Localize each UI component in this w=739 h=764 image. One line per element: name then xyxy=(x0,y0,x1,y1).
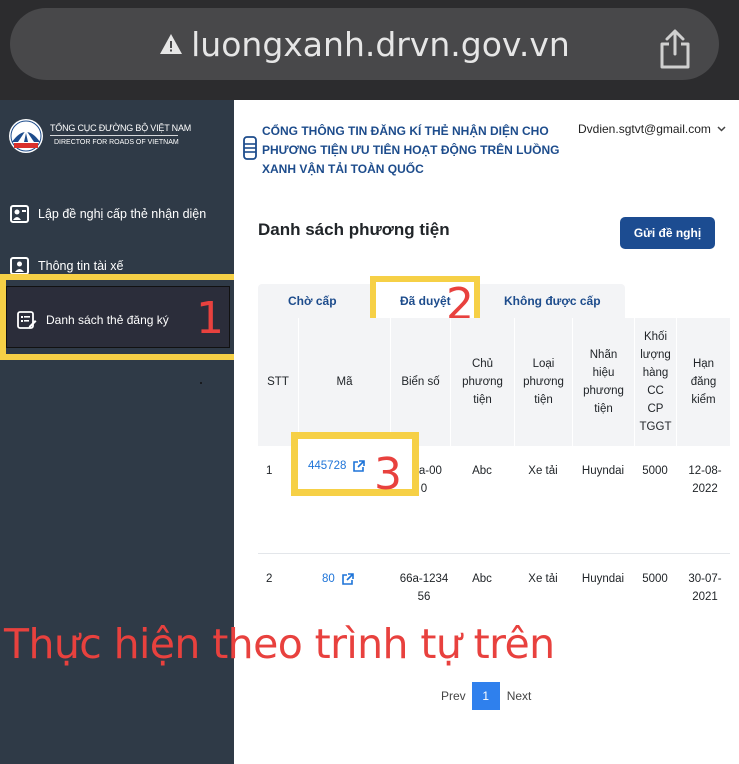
status-tabs: Chờ cấp Đã duyệt Không được cấp xyxy=(258,276,625,326)
sidebar-item-request-card[interactable]: Lập đề nghị cấp thẻ nhận diện xyxy=(10,202,206,226)
vehicle-code-link[interactable]: 80 xyxy=(322,570,354,588)
portal-title: CỔNG THÔNG TIN ĐĂNG KÍ THẺ NHẬN DIỆN CHO… xyxy=(262,124,560,176)
id-card-icon xyxy=(10,205,29,223)
user-menu[interactable]: Dvdien.sgtvt@gmail.com xyxy=(578,122,726,136)
step-number-1: 1 xyxy=(196,293,224,344)
cell-owner: Abc xyxy=(472,465,492,477)
column-header: Biển số xyxy=(390,318,450,446)
url-text: luongxanh.drvn.gov.vn xyxy=(191,24,570,64)
tab-rejected[interactable]: Không được cấp xyxy=(504,284,601,318)
step-number-3: 3 xyxy=(374,449,402,500)
sidebar-item-label: Lập đề nghị cấp thẻ nhận diện xyxy=(38,207,207,221)
warning-icon xyxy=(160,34,183,54)
org-divider xyxy=(50,135,178,136)
prev-page-button[interactable]: Prev xyxy=(441,689,466,703)
sidebar-item-label: Thông tin tài xế xyxy=(38,259,124,273)
sidebar-item-label: Danh sách thẻ đăng ký xyxy=(46,313,169,327)
cell-type: Xe tải xyxy=(528,465,558,477)
column-header: Chủ phương tiện xyxy=(450,318,514,446)
drvn-logo[interactable] xyxy=(8,118,44,154)
cell-plate: 66a-123456 xyxy=(399,573,449,603)
cell-stt: 1 xyxy=(266,465,273,477)
page-title: Danh sách phương tiện xyxy=(258,220,450,239)
next-page-button[interactable]: Next xyxy=(507,689,532,703)
stray-dot xyxy=(200,382,202,384)
url-display[interactable]: luongxanh.drvn.gov.vn xyxy=(10,8,719,80)
column-header: Khối lượng hàng CC CP TGGT xyxy=(634,318,676,446)
cell-expiry: 12-08-2022 xyxy=(688,465,722,495)
tab-pending[interactable]: Chờ cấp xyxy=(288,284,337,318)
browser-chrome: luongxanh.drvn.gov.vn xyxy=(0,0,739,100)
org-name-en: DIRECTOR FOR ROADS OF VIETNAM xyxy=(54,139,179,146)
cell-owner: Abc xyxy=(472,573,492,585)
driver-card-icon xyxy=(10,257,29,275)
cell-type: Xe tải xyxy=(528,573,558,585)
column-header: Nhãn hiệu phương tiện xyxy=(572,318,634,446)
database-icon xyxy=(243,136,257,160)
column-header: STT xyxy=(267,376,289,388)
list-edit-icon xyxy=(17,311,37,329)
vehicle-code: 445728 xyxy=(308,460,347,472)
column-header: Mã xyxy=(298,318,390,446)
cell-stt: 2 xyxy=(266,573,273,585)
cell-weight: 5000 xyxy=(642,465,668,477)
cell-expiry: 30-07-2021 xyxy=(688,573,722,603)
cell-brand: Huyndai xyxy=(581,573,625,585)
share-icon[interactable] xyxy=(657,28,693,70)
table-header: STT Mã Biển số Chủ phương tiện Loại phươ… xyxy=(258,318,730,446)
cell-brand: Huyndai xyxy=(581,465,625,477)
column-header: Loại phương tiện xyxy=(514,318,572,446)
highlight-step-1: Danh sách thẻ đăng ký 1 xyxy=(0,274,242,360)
send-request-button[interactable]: Gửi đề nghị xyxy=(620,217,715,249)
external-link-icon xyxy=(353,459,366,472)
vehicle-code: 80 xyxy=(322,573,335,585)
pagination: Prev 1 Next xyxy=(441,682,531,710)
vehicle-code-link[interactable]: 445728 xyxy=(308,457,366,475)
external-link-icon xyxy=(341,572,354,585)
cell-weight: 5000 xyxy=(642,573,668,585)
chevron-down-icon xyxy=(717,126,726,132)
address-bar[interactable]: luongxanh.drvn.gov.vn xyxy=(10,8,719,80)
column-header: Hạn đăng kiểm xyxy=(676,318,730,446)
user-email: Dvdien.sgtvt@gmail.com xyxy=(578,122,711,136)
screenshot: luongxanh.drvn.gov.vn TỔNG CỤC ĐƯỜNG BỘ … xyxy=(0,0,739,764)
org-name-vn: TỔNG CỤC ĐƯỜNG BỘ VIỆT NAM xyxy=(50,123,192,133)
current-page-button[interactable]: 1 xyxy=(471,682,500,710)
instruction-note: Thực hiện theo trình tự trên xyxy=(4,620,555,668)
